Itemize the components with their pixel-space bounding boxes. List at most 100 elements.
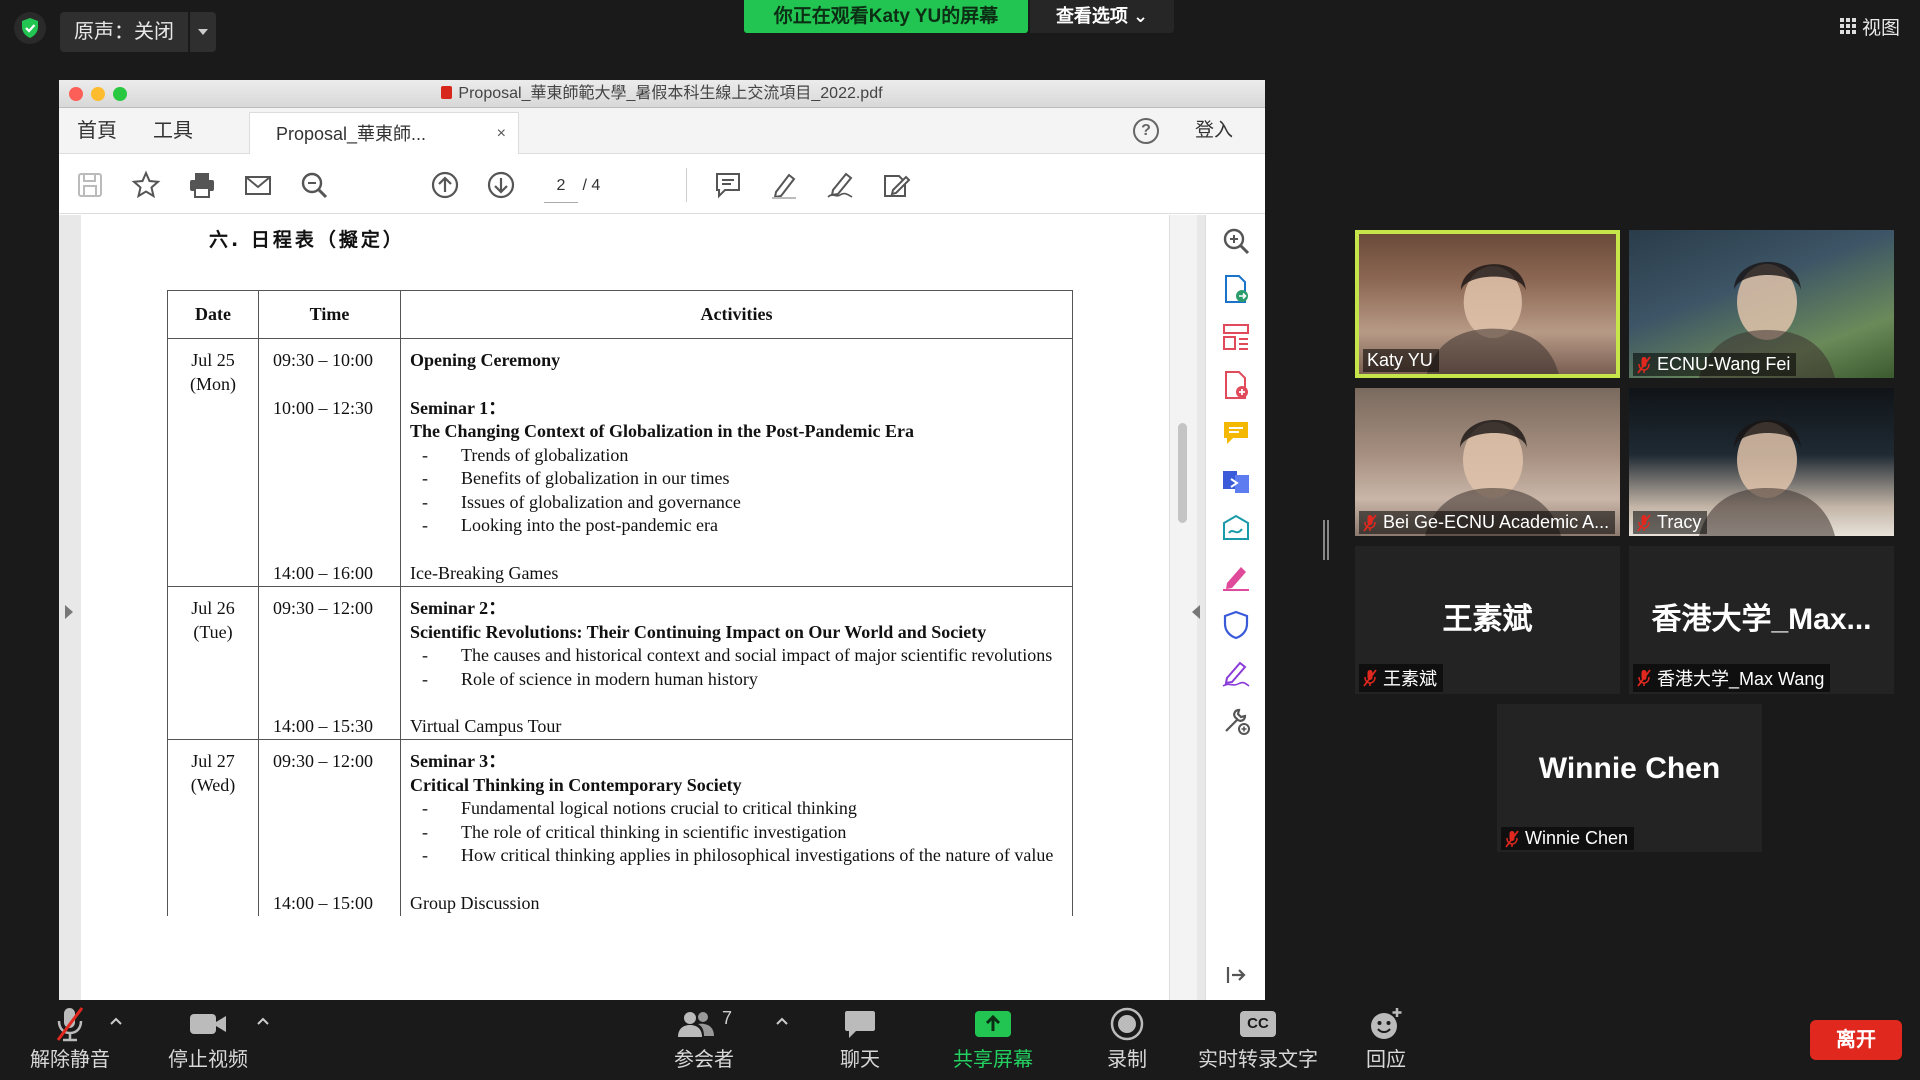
tools-panel <box>1205 215 1265 1000</box>
leave-meeting-button[interactable]: 离开 <box>1810 1020 1902 1060</box>
page-down-icon[interactable] <box>486 170 516 200</box>
participant-tile[interactable]: 香港大学_Max... 香港大学_Max Wang <box>1629 546 1894 694</box>
fill-sign-icon[interactable] <box>1220 561 1252 593</box>
table-row: Jul 27 (Wed) 09:30 – 12:00 14:00 – 15:00 Sem… <box>167 739 1073 916</box>
share-screen-button[interactable]: 共享屏幕 <box>943 1002 1043 1080</box>
unmute-button[interactable]: 解除静音 <box>20 1002 120 1080</box>
page-number-field[interactable]: 2 / 4 <box>544 170 644 203</box>
participant-tile[interactable]: ECNU-Wang Fei <box>1629 230 1894 378</box>
chat-label: 聊天 <box>840 1049 880 1071</box>
participant-name: ECNU-Wang Fei <box>1657 354 1791 374</box>
help-icon[interactable]: ? <box>1133 118 1159 144</box>
collapse-panel-icon[interactable] <box>1220 959 1252 991</box>
security-shield-icon[interactable] <box>14 12 46 44</box>
comment-tool-icon[interactable] <box>1220 417 1252 449</box>
zoom-window: 原声：关闭 你正在观看Katy YU的屏幕 查看选项 ⌄ 视图 Proposal… <box>0 0 1920 1080</box>
stop-video-button[interactable]: 停止视频 <box>158 1002 258 1080</box>
participant-tile[interactable]: Tracy <box>1629 388 1894 536</box>
participant-name-tag: Katy YU <box>1363 349 1439 372</box>
list-item: The causes and historical context and so… <box>410 644 1072 668</box>
weekday-text: (Mon) <box>190 373 236 394</box>
close-tab-icon[interactable]: × <box>497 113 506 155</box>
highlight-pen-icon[interactable] <box>769 170 799 200</box>
chat-button[interactable]: 聊天 <box>810 1002 910 1080</box>
tab-document[interactable]: Proposal_華東師... × <box>249 112 519 154</box>
scrollbar-thumb[interactable] <box>1178 423 1187 523</box>
expand-right-panel-icon[interactable] <box>1192 605 1200 619</box>
participant-name: Tracy <box>1657 512 1702 532</box>
participant-tile[interactable]: Bei Ge-ECNU Academic A... <box>1355 388 1620 536</box>
microphone-muted-icon <box>1637 513 1651 532</box>
activity-slot: Ice-Breaking Games <box>410 562 1072 586</box>
save-icon[interactable] <box>75 170 105 200</box>
view-button[interactable]: 视图 <box>1839 10 1900 42</box>
record-button[interactable]: 录制 <box>1077 1002 1177 1080</box>
activity-slot: Seminar 1： The Changing Context of Global… <box>410 397 1072 538</box>
weekday-text: (Wed) <box>190 774 236 795</box>
shared-pdf-window[interactable]: Proposal_華東師範大學_暑假本科生線上交流項目_2022.pdf 首頁 … <box>59 80 1265 1000</box>
gallery-resize-handle[interactable] <box>1323 520 1329 560</box>
page-up-icon[interactable] <box>430 170 460 200</box>
zoom-in-icon[interactable] <box>1220 225 1252 257</box>
audio-options-caret-icon[interactable] <box>109 1016 123 1026</box>
view-options-button[interactable]: 查看选项 ⌄ <box>1030 0 1174 33</box>
time-range: 09:30 – 12:00 <box>273 598 374 618</box>
document-view[interactable]: 六. 日程表（擬定） Date Time Activities Jul 25 (M… <box>59 215 1205 1000</box>
close-window-button[interactable] <box>69 87 83 101</box>
menu-tools[interactable]: 工具 <box>153 108 193 154</box>
maximize-window-button[interactable] <box>113 87 127 101</box>
export-pdf-icon[interactable] <box>1220 273 1252 305</box>
sign-icon[interactable] <box>825 170 855 200</box>
current-page-input[interactable]: 2 <box>544 170 578 203</box>
live-transcript-button[interactable]: CC 实时转录文字 <box>1196 1002 1320 1080</box>
participants-button[interactable]: 7 参会者 <box>654 1002 754 1080</box>
time-slot: 10:00 – 12:30 <box>273 397 400 538</box>
edit-pen-icon[interactable] <box>1220 657 1252 689</box>
participants-options-caret-icon[interactable] <box>775 1016 789 1026</box>
record-label: 录制 <box>1107 1049 1147 1071</box>
edit-tag-icon[interactable] <box>881 170 911 200</box>
emoji-reaction-icon <box>1371 1008 1402 1039</box>
list-item: How critical thinking applies in philoso… <box>410 844 1072 868</box>
more-tools-icon[interactable] <box>1220 705 1252 737</box>
create-pdf-icon[interactable] <box>1220 369 1252 401</box>
login-link[interactable]: 登入 <box>1195 108 1233 154</box>
participant-tile[interactable]: Winnie Chen Winnie Chen <box>1497 704 1762 852</box>
activity-name: Ice-Breaking Games <box>410 562 559 583</box>
date-text: Jul 26 <box>191 598 235 618</box>
tab-document-label: Proposal_華東師... <box>276 124 427 144</box>
chat-bubble-icon <box>845 1011 875 1038</box>
organize-pages-icon[interactable] <box>1220 321 1252 353</box>
activity-slot: Seminar 3： Critical Thinking in Contempor… <box>410 750 1072 868</box>
time-slot: 09:30 – 12:00 <box>273 750 400 868</box>
comment-icon[interactable] <box>713 170 743 200</box>
participant-name-tag: ECNU-Wang Fei <box>1633 353 1797 376</box>
activity-name: Group Discussion <box>410 892 540 913</box>
seminar-title: Opening Ceremony <box>410 350 561 370</box>
video-options-caret-icon[interactable] <box>256 1016 270 1026</box>
participant-name-tag: Tracy <box>1633 511 1708 534</box>
menu-home[interactable]: 首頁 <box>77 108 117 154</box>
participant-tile[interactable]: 王素斌 王素斌 <box>1355 546 1620 694</box>
mail-icon[interactable] <box>243 170 273 200</box>
star-icon[interactable] <box>131 170 161 200</box>
weekday-text: (Tue) <box>193 621 233 642</box>
collapse-left-panel-icon[interactable] <box>65 605 73 619</box>
list-item: The role of critical thinking in scienti… <box>410 821 1072 845</box>
participant-name-tag: Bei Ge-ECNU Academic A... <box>1359 511 1616 534</box>
participant-tile[interactable]: Katy YU <box>1355 230 1620 378</box>
original-sound-label[interactable]: 原声：关闭 <box>60 12 188 52</box>
original-sound-control[interactable]: 原声：关闭 <box>60 12 216 52</box>
zoom-out-icon[interactable] <box>299 170 329 200</box>
protect-shield-icon[interactable] <box>1220 609 1252 641</box>
topic-list: The causes and historical context and so… <box>410 644 1072 691</box>
seminar-subtitle: Critical Thinking in Contemporary Societ… <box>410 774 742 795</box>
print-icon[interactable] <box>187 170 217 200</box>
send-for-signature-icon[interactable] <box>1220 513 1252 545</box>
combine-files-icon[interactable] <box>1220 465 1252 497</box>
reactions-button[interactable]: 回应 <box>1336 1002 1436 1080</box>
seminar-subtitle: Scientific Revolutions: Their Continuing… <box>410 621 987 642</box>
chevron-down-icon[interactable] <box>188 12 216 52</box>
participant-count: 7 <box>721 1008 732 1028</box>
minimize-window-button[interactable] <box>91 87 105 101</box>
